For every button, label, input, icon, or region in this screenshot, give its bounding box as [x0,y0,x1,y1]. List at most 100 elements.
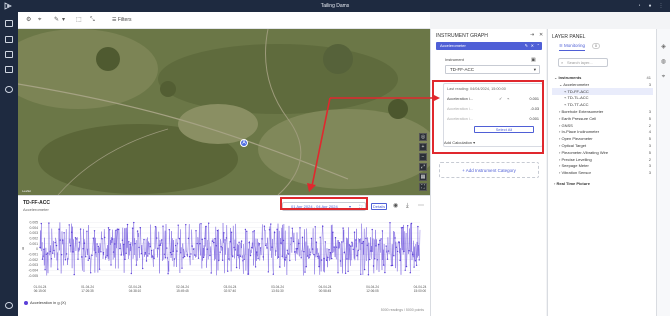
data-point [329,252,332,254]
x-tick-label: 12:06:05 [366,289,379,293]
pin-icon[interactable]: ⌖ [38,17,41,24]
data-point [43,248,45,250]
location-icon[interactable]: ⌖ [660,74,667,81]
data-point [230,231,233,233]
data-point [310,237,313,240]
data-point [72,251,74,253]
eye-icon[interactable]: ◉ [393,202,398,210]
layer-row[interactable]: › Real Time Picture [552,180,653,187]
data-point [344,272,347,274]
data-point [221,259,224,261]
more-icon[interactable]: ⋯ [418,202,424,210]
select-box-icon[interactable]: ⬚ [76,17,82,24]
filters-button[interactable]: ☰ Filters [112,17,132,24]
data-point [101,238,103,240]
data-point [139,227,141,229]
data-point [97,245,100,248]
data-point [305,266,307,268]
layer-row[interactable]: › Vibration Sensor 3 [552,169,653,176]
data-point [145,260,148,262]
data-point [272,273,274,275]
data-point [367,274,370,276]
project-title[interactable]: Tailing Dams [0,3,670,9]
data-point [412,253,414,256]
globe-icon[interactable]: ◍ [660,59,667,66]
layer-search-input[interactable]: ⌕ Search layer... [558,58,608,67]
close-icon[interactable]: ✕ [539,32,543,38]
menu-icon[interactable]: ⋮ [658,3,664,9]
data-point [92,237,95,239]
legend-label: Acceleration in g (X) [30,300,67,305]
zoom-out-icon[interactable]: − [419,153,427,161]
layers-icon[interactable]: ◈ [660,44,667,51]
data-point [366,244,368,246]
fullscreen-icon[interactable]: ⛶ [419,183,427,191]
data-point [114,243,116,245]
data-point [322,225,324,227]
layer-label: Precise Levelling [561,156,592,162]
tab-monitoring[interactable]: ≋ Monitoring [559,43,586,51]
measure-icon[interactable]: ⤡ [90,17,95,24]
data-point [57,268,59,270]
data-point [239,255,242,257]
data-point [204,237,206,240]
zoom-in-icon[interactable]: + [419,143,427,151]
layer-label: TD-FF-ACC [567,88,589,94]
help-nav-icon[interactable] [5,302,13,309]
data-point [187,237,190,240]
map-nav-icon[interactable] [5,20,13,27]
category-tag[interactable]: Accelerometer ✎ ✕ ⌃ [436,42,542,50]
data-point [154,226,157,228]
data-point [336,246,338,248]
settings-nav-icon[interactable] [5,86,13,93]
basemap-icon[interactable]: ▦ [419,173,427,181]
documents-nav-icon[interactable] [5,36,13,43]
reports-nav-icon[interactable] [5,51,13,58]
data-point [261,238,263,240]
data-point [232,255,234,257]
x-tick-label: 06:15:00 [34,289,47,293]
legend-swatch [24,300,28,305]
y-tick-label: 0.005 [30,221,39,225]
map-instrument-marker[interactable]: A [240,139,248,147]
edit-icon[interactable]: ✎ [525,42,528,50]
settings-icon[interactable]: ⚙ [26,17,31,24]
layer-panel-header: LAYER PANEL [552,34,586,40]
right-toolstrip: ◈ ◍ ⌖ [656,29,670,316]
data-point [153,257,155,260]
user-avatar-icon[interactable]: ● [647,3,653,9]
data-point [238,241,240,243]
data-point [211,240,214,242]
draw-icon[interactable]: ✎ [54,17,59,24]
data-point [347,270,349,273]
chevron-up-icon[interactable]: ⌃ [537,42,540,50]
data-point [225,237,228,239]
data-point [131,227,134,229]
tab-badge[interactable]: 0 [592,43,600,49]
camera-icon[interactable]: ▣ [531,57,536,63]
details-button[interactable]: Details [371,203,387,210]
data-point [136,230,139,232]
close-tag-icon[interactable]: ✕ [531,42,534,50]
chevron-down-icon[interactable]: ▾ [62,17,65,24]
instrument-select[interactable]: TD-FF-ACC ▾ [445,65,540,74]
data-point [62,239,64,241]
download-icon[interactable]: ⤓ [406,202,409,210]
data-point [202,256,205,259]
collapse-icon[interactable]: ⇥ [530,32,534,38]
locate-icon[interactable]: ◎ [419,133,427,141]
calendar-nav-icon[interactable] [5,66,13,73]
add-instrument-category-button[interactable]: + Add Instrument Category [439,162,539,178]
data-point [133,221,135,224]
zoom-extent-icon[interactable]: ⤢ [419,163,427,171]
satellite-map[interactable]: A Leaflet [18,29,430,195]
chart-legend[interactable]: Acceleration in g (X) [24,300,66,305]
data-point [333,246,335,248]
x-tick-label: 17:26:35 [81,289,94,293]
data-point [311,248,314,250]
notification-icon[interactable]: ◔ [636,3,642,9]
data-point [175,244,177,247]
data-point [224,239,226,241]
data-point [400,227,403,229]
data-point [128,241,130,243]
